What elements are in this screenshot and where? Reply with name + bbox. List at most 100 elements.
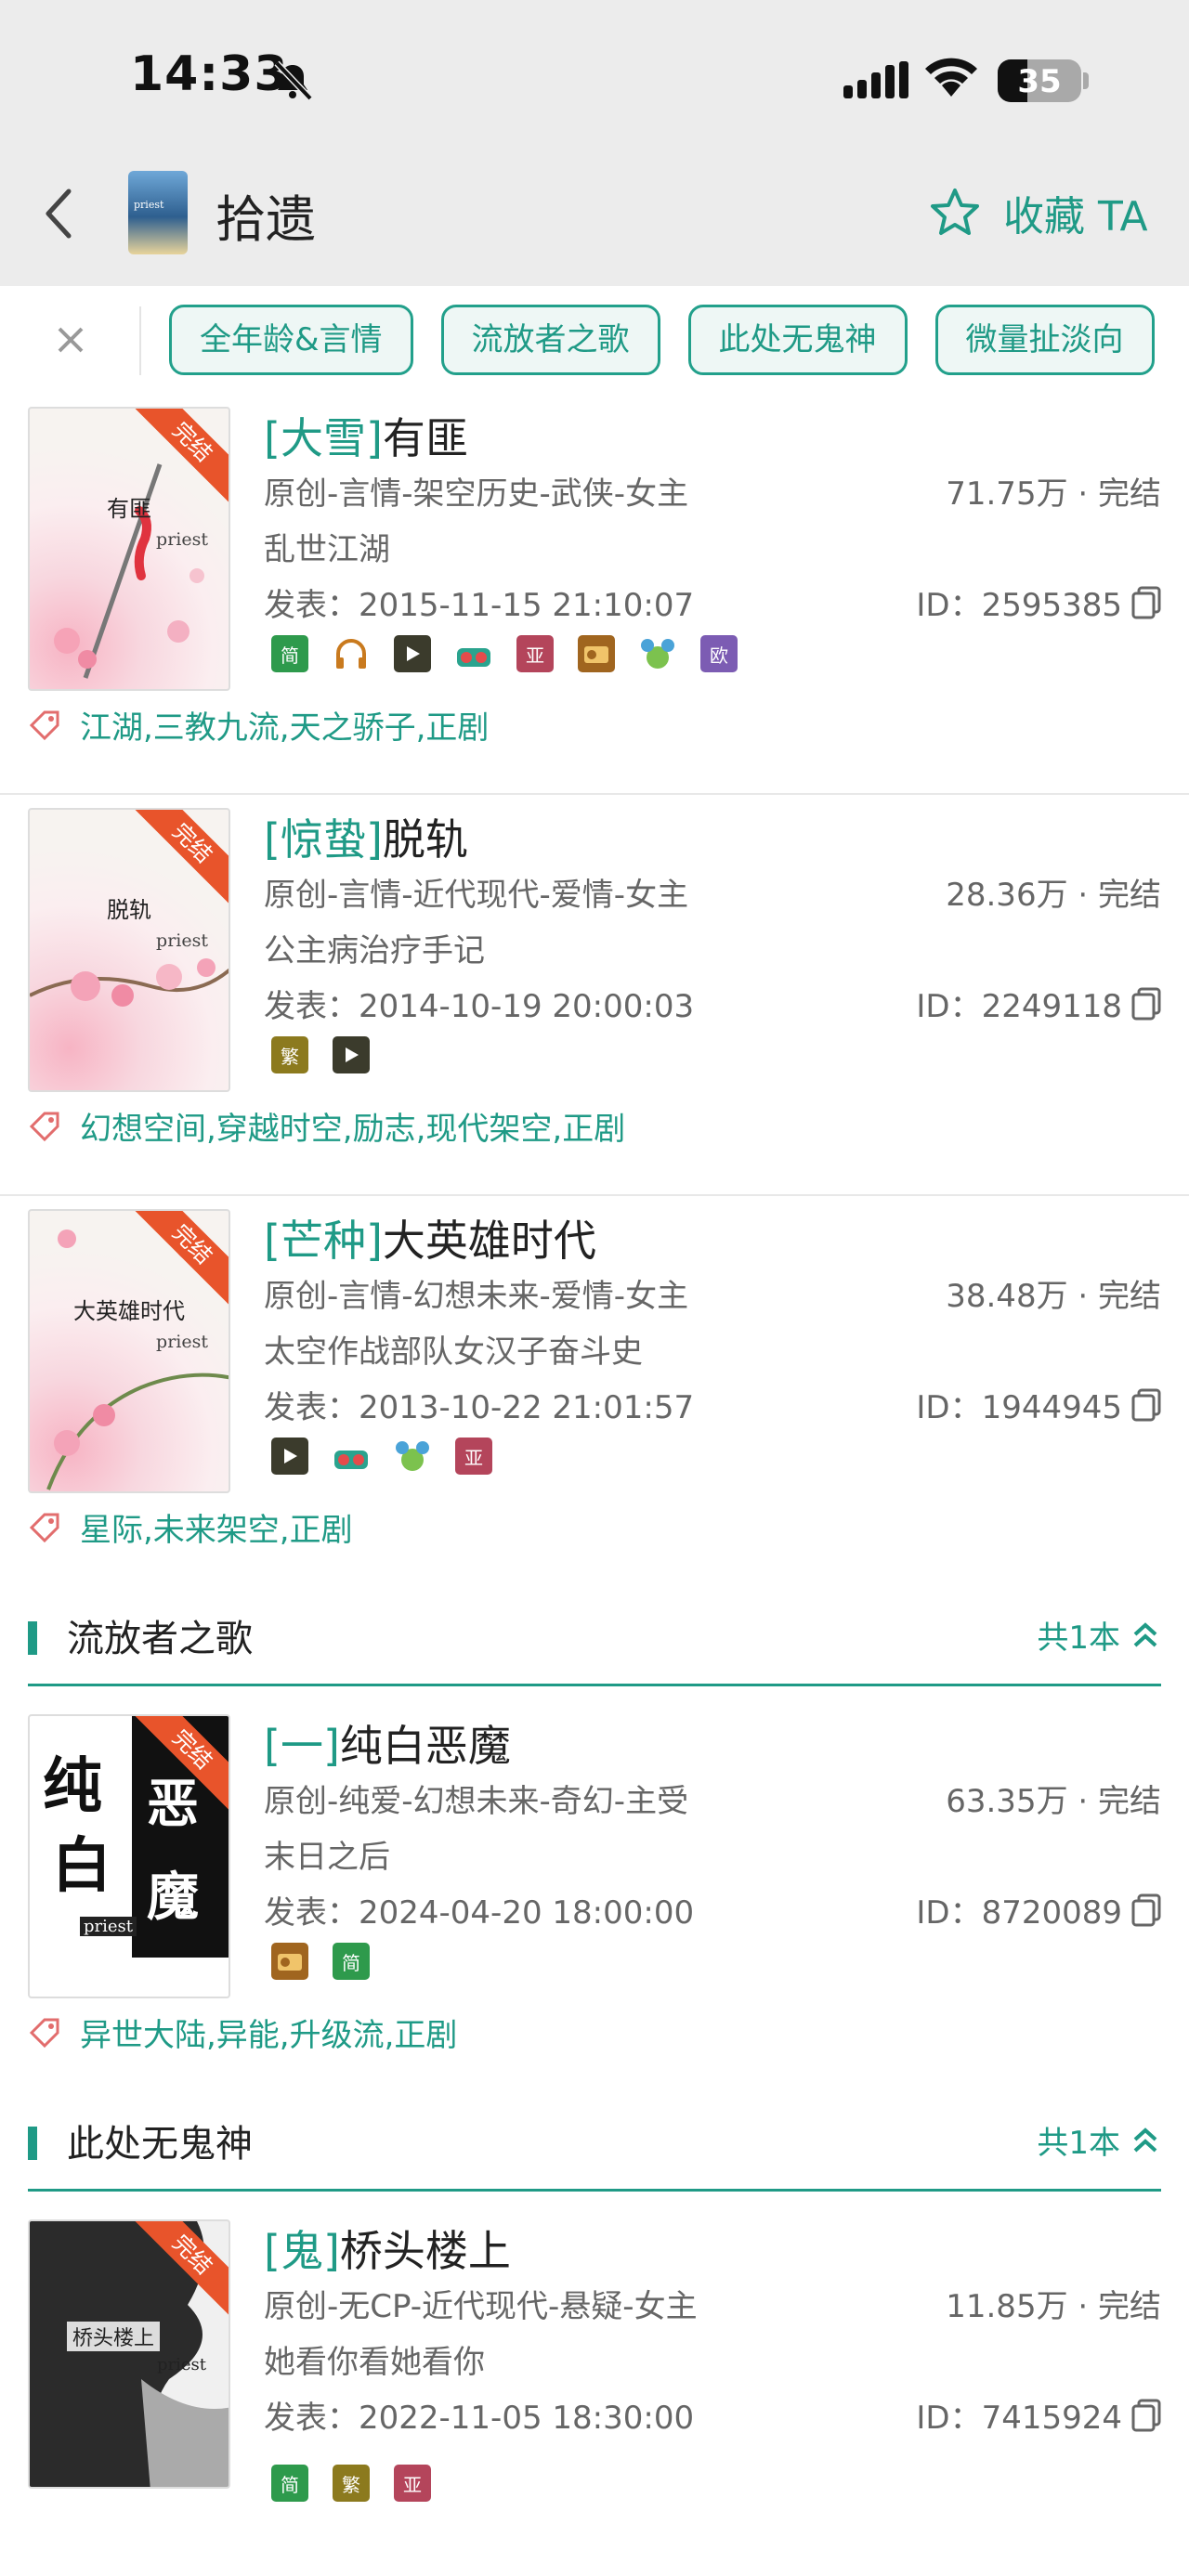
copy-icon[interactable] [1131, 1893, 1161, 1927]
book-title[interactable]: [惊蛰]脱轨 [264, 806, 468, 867]
section-underline [28, 1684, 1161, 1686]
cover-title: 桥头楼上 [67, 2322, 161, 2351]
book-id[interactable]: ID：7415924 [916, 2392, 1161, 2438]
asia-icon: 亚 [394, 2465, 431, 2502]
book-cover[interactable]: 大英雄时代 priest 完结 [28, 1209, 230, 1493]
book-tags: 星际,未来架空,正剧 [28, 1504, 353, 1550]
nav-bar: priest 拾遗 收藏 TA [0, 139, 1189, 286]
filter-chip[interactable]: 微量扯淡向 [934, 305, 1155, 375]
status-time: 14:33 [130, 46, 289, 102]
book-id-text: ID：2249118 [916, 988, 1122, 1025]
chevron-up-double-icon [1133, 1621, 1157, 1646]
section-underline [28, 2189, 1161, 2192]
cover-author: priest [156, 930, 208, 951]
section-count-text: 共1本 [1037, 1620, 1120, 1657]
filter-chip[interactable]: 此处无鬼神 [687, 305, 908, 375]
tag-icon [29, 1513, 59, 1542]
copy-icon[interactable] [1131, 586, 1161, 619]
copy-icon[interactable] [1131, 1388, 1161, 1422]
book-id[interactable]: ID：8720089 [916, 1887, 1161, 1932]
book-stat: 11.85万 · 完结 [946, 2288, 1161, 2325]
asia-icon: 亚 [516, 635, 554, 672]
wifi-icon [925, 58, 977, 97]
tag-icon [29, 2018, 59, 2048]
book-desc: 乱世江湖 [264, 531, 390, 568]
book-cover[interactable]: 桥头楼上 priest 完结 [28, 2219, 230, 2489]
book-cover[interactable]: 纯 白 恶 魔 priest 完结 [28, 1714, 230, 1998]
back-arrow-icon[interactable] [37, 186, 84, 241]
book-meta: 原创-纯爱-幻想未来-奇幻-主受 [264, 1783, 689, 1820]
book-tags: 幻想空间,穿越时空,励志,现代架空,正剧 [28, 1103, 625, 1149]
copy-icon[interactable] [1131, 987, 1161, 1021]
cover-glyph-bai: 白 [52, 1831, 111, 1901]
drama-icon [455, 635, 492, 672]
filter-chip[interactable]: 流放者之歌 [440, 305, 660, 375]
section-title: 此处无鬼神 [67, 2123, 253, 2166]
format-icons: 亚 [271, 1438, 516, 1475]
cover-author: priest [80, 1917, 137, 1936]
tags-text: 星际,未来架空,正剧 [80, 1512, 353, 1549]
book-card[interactable]: 桥头楼上 priest 完结 [鬼]桥头楼上 原创-无CP-近代现代-悬疑-女主… [0, 2208, 1189, 2576]
book-id-text: ID：1944945 [916, 1389, 1122, 1426]
book-name: 纯白恶魔 [339, 1721, 511, 1771]
section-count[interactable]: 共1本 [1037, 1612, 1161, 1658]
book-stat: 38.48万 · 完结 [946, 1278, 1161, 1315]
radio-icon [271, 1943, 308, 1980]
cover-glyph-mo: 魔 [147, 1867, 199, 1928]
book-card[interactable]: 有匪 priest 完结 [大雪]有匪 原创-言情-架空历史-武侠-女主 71.… [0, 396, 1189, 795]
book-id[interactable]: ID：2595385 [916, 579, 1161, 625]
book-meta: 原创-言情-架空历史-武侠-女主 [264, 475, 689, 513]
cover-author: priest [156, 2355, 206, 2374]
video-icon [333, 1036, 370, 1073]
book-title[interactable]: [鬼]桥头楼上 [264, 2218, 511, 2279]
filter-chips: 全年龄&言情 流放者之歌 此处无鬼神 微量扯淡向 [169, 305, 1182, 375]
cover-glyph-chun: 纯 [43, 1751, 102, 1821]
series-section-header[interactable]: 此处无鬼神 共1本 [0, 2089, 1189, 2192]
book-card[interactable]: 纯 白 恶 魔 priest 完结 [一]纯白恶魔 原创-纯爱-幻想未来-奇幻-… [0, 1703, 1189, 2102]
book-title[interactable]: [大雪]有匪 [264, 405, 468, 466]
book-meta: 原创-无CP-近代现代-悬疑-女主 [264, 2288, 698, 2325]
favorite-button[interactable]: 收藏 TA [929, 180, 1148, 245]
europe-icon: 欧 [700, 635, 738, 672]
book-date: 发表：2014-10-19 20:00:03 [264, 988, 695, 1025]
format-icons: 简 亚 欧 [271, 635, 762, 672]
book-card[interactable]: 脱轨 priest 完结 [惊蛰]脱轨 原创-言情-近代现代-爱情-女主 28.… [0, 797, 1189, 1196]
book-prefix: [一] [264, 1721, 340, 1771]
book-id-text: ID：7415924 [916, 2400, 1122, 2437]
asia-icon: 亚 [455, 1438, 492, 1475]
animation-icon [394, 1438, 431, 1475]
filter-chip[interactable]: 全年龄&言情 [169, 305, 413, 375]
book-stat: 28.36万 · 完结 [946, 877, 1161, 914]
author-avatar[interactable]: priest [128, 171, 188, 254]
video-icon [271, 1438, 308, 1475]
book-stat: 71.75万 · 完结 [946, 475, 1161, 513]
format-icons: 繁 [271, 1036, 394, 1073]
book-title[interactable]: [芒种]大英雄时代 [264, 1207, 596, 1268]
book-name: 有匪 [382, 413, 468, 463]
book-meta: 原创-言情-幻想未来-爱情-女主 [264, 1278, 689, 1315]
book-name: 大英雄时代 [382, 1216, 596, 1266]
book-id-text: ID：2595385 [916, 587, 1122, 624]
book-cover[interactable]: 脱轨 priest 完结 [28, 808, 230, 1092]
simplified-icon: 简 [271, 2465, 308, 2502]
battery-icon: 35 [998, 59, 1081, 102]
book-card[interactable]: 大英雄时代 priest 完结 [芒种]大英雄时代 原创-言情-幻想未来-爱情-… [0, 1198, 1189, 1597]
book-id[interactable]: ID：1944945 [916, 1382, 1161, 1427]
battery-level: 35 [1017, 63, 1062, 100]
book-desc: 公主病治疗手记 [264, 932, 485, 969]
status-bar: 14:33 35 [0, 0, 1189, 139]
section-accent-bar [28, 2127, 37, 2160]
series-section-header[interactable]: 流放者之歌 共1本 [0, 1584, 1189, 1686]
section-count[interactable]: 共1本 [1037, 2117, 1161, 2163]
traditional-icon: 繁 [271, 1036, 308, 1073]
book-title[interactable]: [一]纯白恶魔 [264, 1712, 511, 1774]
book-cover[interactable]: 有匪 priest 完结 [28, 407, 230, 691]
section-accent-bar [28, 1621, 37, 1655]
tags-text: 江湖,三教九流,天之骄子,正剧 [80, 709, 490, 747]
copy-icon[interactable] [1131, 2399, 1161, 2432]
book-id[interactable]: ID：2249118 [916, 981, 1161, 1026]
chevron-up-double-icon [1133, 2127, 1157, 2152]
close-icon[interactable] [50, 319, 91, 360]
book-desc: 末日之后 [264, 1839, 390, 1876]
book-prefix: [芒种] [264, 1216, 383, 1266]
